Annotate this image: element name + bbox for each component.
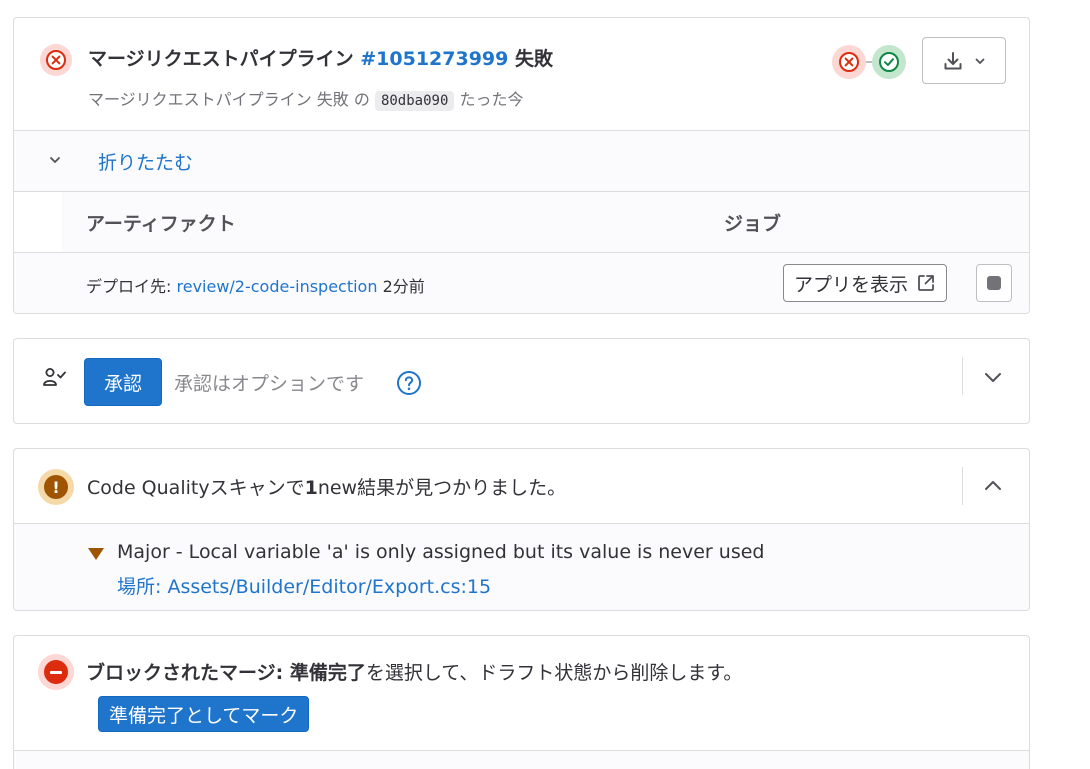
chevron-down-icon	[975, 58, 985, 64]
approval-widget: 承認 承認はオプションです	[13, 338, 1030, 424]
environment-link[interactable]: review/2-code-inspection	[177, 277, 378, 296]
code-quality-summary: Code Qualityスキャンで1new結果が見つかりました。	[87, 473, 566, 500]
deployment-info: デプロイ先: review/2-code-inspection 2分前	[86, 273, 425, 297]
divider	[962, 467, 963, 505]
stage-success-icon[interactable]	[872, 45, 906, 79]
merge-widget-footer	[14, 750, 1029, 769]
download-artifacts-button[interactable]	[922, 37, 1006, 84]
help-icon[interactable]	[396, 370, 422, 396]
warning-status-icon: !	[38, 469, 74, 505]
mark-as-ready-button[interactable]: 準備完了としてマーク	[98, 696, 310, 732]
code-quality-widget: ! Code Qualityスキャンで1new結果が見つかりました。 Major…	[13, 448, 1030, 611]
column-header-jobs: ジョブ	[724, 213, 782, 235]
chevron-down-icon	[50, 157, 60, 163]
collapse-link[interactable]: 折りたたむ	[98, 148, 193, 175]
pipeline-time-ago: たった今	[459, 90, 524, 109]
commit-sha-link[interactable]: 80dba090	[374, 91, 455, 111]
cq-count: 1	[304, 477, 318, 499]
finding-description[interactable]: Major - Local variable 'a' is only assig…	[117, 541, 764, 563]
artifacts-table-header: アーティファクト ジョブ	[14, 191, 1029, 252]
view-app-button[interactable]: アプリを表示	[783, 264, 948, 302]
download-icon	[944, 51, 962, 69]
divider	[962, 357, 963, 395]
code-quality-header: ! Code Qualityスキャンで1new結果が見つかりました。	[14, 449, 1029, 524]
severity-major-icon	[88, 548, 104, 560]
pipeline-title: マージリクエストパイプライン #1051273999 失敗	[88, 44, 553, 71]
pipeline-title-prefix: マージリクエストパイプライン	[88, 48, 354, 70]
stage-failed-icon[interactable]	[832, 45, 866, 79]
pipeline-mini-graph	[832, 45, 906, 79]
blocked-instruction: を選択して、ドラフト状態から削除します。	[365, 662, 743, 684]
blocked-status-icon	[38, 654, 74, 690]
approval-optional-text: 承認はオプションです	[174, 373, 365, 395]
pipeline-widget: マージリクエストパイプライン #1051273999 失敗 マージリクエストパイ…	[13, 17, 1030, 314]
blocked-label: ブロックされたマージ: 準備完了	[86, 662, 366, 684]
column-header-artifacts: アーティファクト	[86, 213, 236, 235]
pipeline-failed-status-icon[interactable]	[40, 44, 72, 76]
stop-environment-button[interactable]	[976, 264, 1012, 302]
pipeline-status-label: 失敗	[515, 48, 554, 70]
blocked-message: ブロックされたマージ: 準備完了を選択して、ドラフト状態から削除します。	[86, 658, 742, 685]
view-app-label: アプリを表示	[794, 273, 909, 296]
pipeline-subtitle: マージリクエストパイプライン 失敗 の 80dba090 たった今	[88, 86, 524, 111]
approval-icon	[43, 368, 66, 386]
deploy-time-ago: 2分前	[382, 277, 425, 296]
cq-title-suffix: new結果が見つかりました。	[317, 477, 567, 499]
collapse-chevron-up-icon[interactable]	[982, 475, 1004, 497]
code-quality-findings: Major - Local variable 'a' is only assig…	[14, 524, 1029, 610]
external-link-icon	[918, 275, 934, 291]
collapse-toggle-row[interactable]: 折りたたむ	[14, 130, 1029, 191]
cq-title-prefix: Code Qualityスキャンで	[87, 477, 305, 499]
pipeline-subtitle-prefix: マージリクエストパイプライン 失敗 の	[88, 90, 370, 109]
pipeline-header: マージリクエストパイプライン #1051273999 失敗 マージリクエストパイ…	[14, 18, 1029, 130]
deploy-prefix: デプロイ先:	[86, 277, 172, 296]
merge-blocked-widget: ブロックされたマージ: 準備完了を選択して、ドラフト状態から削除します。 準備完…	[13, 635, 1030, 769]
stop-icon	[987, 276, 1001, 290]
pipeline-id-link[interactable]: #1051273999	[360, 48, 508, 70]
deployment-row: デプロイ先: review/2-code-inspection 2分前 アプリを…	[14, 252, 1029, 313]
expand-chevron-down-icon[interactable]	[982, 366, 1004, 388]
approve-button[interactable]: 承認	[84, 358, 162, 406]
finding-location-link[interactable]: 場所: Assets/Builder/Editor/Export.cs:15	[117, 572, 491, 599]
